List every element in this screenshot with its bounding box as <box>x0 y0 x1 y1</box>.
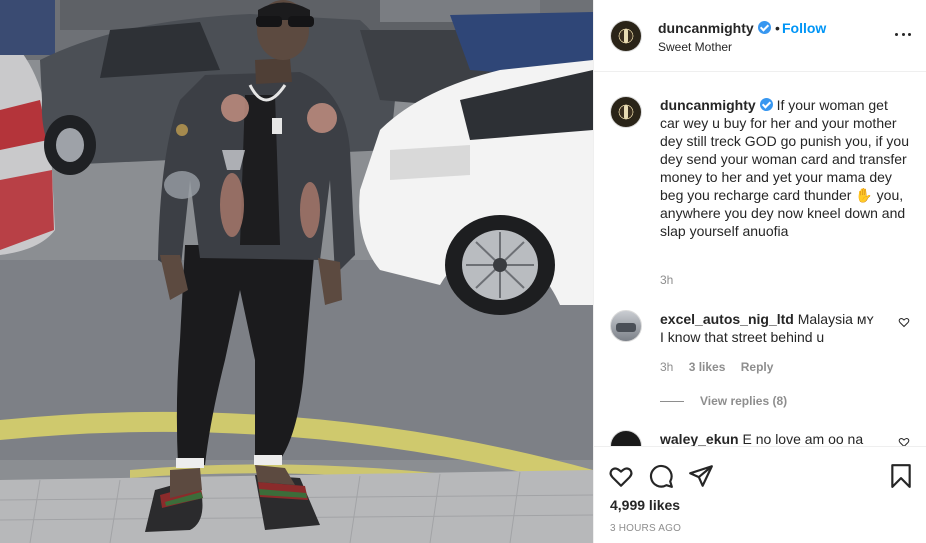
comment-icon[interactable] <box>648 463 674 489</box>
post-timestamp[interactable]: 3 HOURS AGO <box>610 523 681 534</box>
paper-plane-icon[interactable] <box>688 463 714 489</box>
caption-username[interactable]: duncanmighty <box>660 97 756 113</box>
caption-text: If your woman get car wey u buy for her … <box>660 97 909 239</box>
post-location[interactable]: Sweet Mother <box>658 40 732 54</box>
comment-body: waley_ekun E no love am oo na <box>660 430 880 446</box>
comment-heart-icon[interactable] <box>898 316 910 328</box>
bookmark-icon[interactable] <box>888 463 914 489</box>
follow-button[interactable]: Follow <box>782 20 826 36</box>
caption-avatar[interactable] <box>610 96 642 128</box>
author-username[interactable]: duncanmighty <box>658 20 754 36</box>
more-options-icon[interactable] <box>895 26 911 42</box>
author-username-row[interactable]: duncanmighty <box>658 20 771 36</box>
replies-line <box>660 401 684 403</box>
reply-button[interactable]: Reply <box>741 360 774 374</box>
commenter-avatar[interactable] <box>610 310 642 342</box>
comment-text: E no love am oo na <box>742 431 864 446</box>
comment-body: excel_autos_nig_ltd Malaysia ᴍʏ I know t… <box>660 310 880 346</box>
post-photo-image <box>0 0 593 543</box>
post-header: duncanmighty • Follow Sweet Mother <box>594 0 926 72</box>
likes-count[interactable]: 4,999 likes <box>610 497 680 513</box>
view-replies-button[interactable]: View replies (8) <box>660 394 787 408</box>
comment-heart-icon[interactable] <box>898 436 910 446</box>
verified-badge-icon <box>757 21 771 34</box>
commenter-username[interactable]: waley_ekun <box>660 431 739 446</box>
commenter-avatar[interactable] <box>610 430 642 446</box>
post-panel: duncanmighty • Follow Sweet Mother dunca… <box>593 0 926 543</box>
comment-time: 3h <box>660 360 674 374</box>
commenter-username[interactable]: excel_autos_nig_ltd <box>660 311 794 327</box>
heart-icon[interactable] <box>608 463 634 489</box>
caption-body: duncanmighty If your woman get car wey u… <box>660 96 910 240</box>
post-photo[interactable] <box>0 0 593 543</box>
header-separator: • <box>775 20 780 36</box>
comment-meta: 3h 3 likes Reply <box>660 360 773 374</box>
caption-time: 3h <box>660 273 674 287</box>
verified-badge-icon <box>759 98 773 111</box>
comments-section[interactable]: duncanmighty If your woman get car wey u… <box>594 72 926 446</box>
comment-likes[interactable]: 3 likes <box>689 360 726 374</box>
author-avatar[interactable] <box>610 20 642 52</box>
post-actions: 4,999 likes 3 HOURS AGO <box>594 446 926 543</box>
view-replies-label[interactable]: View replies (8) <box>700 394 787 408</box>
